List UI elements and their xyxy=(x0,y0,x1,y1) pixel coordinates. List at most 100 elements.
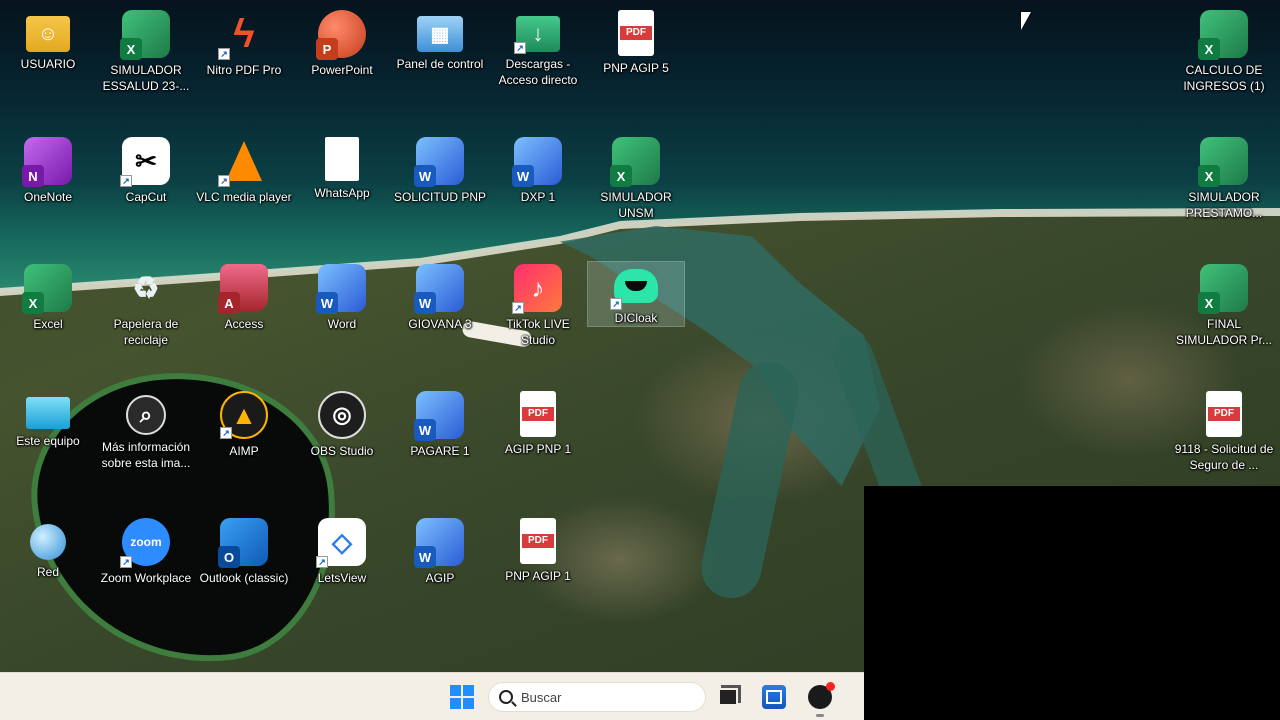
app-with-notification-icon[interactable] xyxy=(808,682,835,709)
desktop-icon-giovana-3[interactable]: W GIOVANA 3 xyxy=(392,258,488,368)
desktop-icon-panel-de-control[interactable]: ▦ Panel de control xyxy=(392,4,488,114)
desktop-icon-label: AIMP xyxy=(229,444,259,458)
running-indicator xyxy=(816,714,824,717)
desktop-icon-label: VLC media player xyxy=(196,190,292,204)
info-icon: ⌕ xyxy=(126,395,166,435)
start-icon[interactable] xyxy=(448,683,476,711)
desktop-icon-descargas[interactable]: ↓ ↗ Descargas - Acceso directo xyxy=(490,4,586,114)
desktop-icon-dicloak[interactable]: ↗ DICloak xyxy=(587,261,685,327)
desktop-icon-label: AGIP xyxy=(425,571,455,585)
access-icon: A xyxy=(218,264,268,314)
search-icon xyxy=(499,690,513,704)
desktop-icon-label: Zoom Workplace xyxy=(100,571,192,585)
word-file-icon: W xyxy=(512,137,562,187)
desktop-icon-label: 9118 - Solicitud de Seguro de ... xyxy=(1174,442,1274,472)
desktop-icon-zoom[interactable]: zoom ↗ Zoom Workplace xyxy=(98,512,194,622)
desktop-icon-label: DICloak xyxy=(614,311,658,325)
desktop-icon-label: Este equipo xyxy=(16,434,80,448)
search-input[interactable]: Buscar xyxy=(488,682,706,712)
desktop-icon-pnp-agip-1[interactable]: PDF PNP AGIP 1 xyxy=(490,512,586,622)
desktop-icon-label: USUARIO xyxy=(20,57,76,71)
obs-icon: ◎ xyxy=(318,391,366,439)
desktop-icon-usuario[interactable]: ☺ USUARIO xyxy=(0,4,96,114)
word-file-icon: W xyxy=(414,264,464,314)
desktop-icon-label: PAGARE 1 xyxy=(410,444,470,458)
desktop-icon-mas-informacion[interactable]: ⌕ Más información sobre esta ima... xyxy=(98,385,194,495)
desktop-icon-label: Descargas - Acceso directo xyxy=(498,57,578,87)
tiktok-icon: ♪ ↗ xyxy=(512,264,562,314)
desktop-icon-label: PNP AGIP 1 xyxy=(505,569,571,583)
desktop-icon-agip[interactable]: W AGIP xyxy=(392,512,488,622)
desktop-icon-label: Más información sobre esta ima... xyxy=(101,440,191,470)
microsoft-store-icon[interactable] xyxy=(762,685,786,709)
onenote-icon: N xyxy=(22,137,72,187)
desktop-icon-access[interactable]: A Access xyxy=(196,258,292,368)
pdf-file-icon: PDF xyxy=(520,391,556,437)
desktop-icon-label: Word xyxy=(327,317,357,331)
desktop-icon-word[interactable]: W Word xyxy=(294,258,390,368)
desktop-icon-pnp-agip-5[interactable]: PDF PNP AGIP 5 xyxy=(588,4,684,114)
desktop-icon-simulador-essalud[interactable]: X SIMULADOR ESSALUD 23-... xyxy=(98,4,194,114)
desktop-icon-label: OneNote xyxy=(23,190,73,204)
desktop-icon-dxp-1[interactable]: W DXP 1 xyxy=(490,131,586,241)
desktop-icon-papelera[interactable]: ♻ Papelera de reciclaje xyxy=(98,258,194,368)
excel-file-icon: X xyxy=(610,137,660,187)
desktop-icon-pagare-1[interactable]: W PAGARE 1 xyxy=(392,385,488,495)
desktop-icon-label: AGIP PNP 1 xyxy=(504,442,572,456)
desktop-icon-label: GIOVANA 3 xyxy=(408,317,472,331)
desktop-icon-nitro-pdf[interactable]: ϟ ↗ Nitro PDF Pro xyxy=(196,4,292,114)
word-file-icon: W xyxy=(414,518,464,568)
excel-file-icon: X xyxy=(1198,264,1248,314)
pdf-file-icon: PDF xyxy=(618,10,654,56)
aimp-icon: ▲ ↗ xyxy=(220,391,268,439)
desktop-icon-simulador-prestamo[interactable]: X SIMULADOR PRESTAMO... xyxy=(1176,131,1272,241)
desktop-icon-letsview[interactable]: ◇ ↗ LetsView xyxy=(294,512,390,622)
desktop-icon-tiktok-live-studio[interactable]: ♪ ↗ TikTok LIVE Studio xyxy=(490,258,586,368)
excel-file-icon: X xyxy=(120,10,170,60)
desktop-icon-calculo-de-ingresos[interactable]: X CALCULO DE INGRESOS (1) xyxy=(1176,4,1272,114)
pdf-file-icon: PDF xyxy=(520,518,556,564)
desktop-icon-label: CapCut xyxy=(125,190,167,204)
desktop-icon-label: Excel xyxy=(33,317,63,331)
taskbar: Buscar xyxy=(0,672,864,720)
desktop-icon-onenote[interactable]: N OneNote xyxy=(0,131,96,241)
desktop-icon-simulador-unsm[interactable]: X SIMULADOR UNSM xyxy=(588,131,684,241)
desktop-icon-vlc[interactable]: ↗ VLC media player xyxy=(196,131,292,241)
desktop-icon-aimp[interactable]: ▲ ↗ AIMP xyxy=(196,385,292,495)
dicloak-icon: ↗ xyxy=(610,264,660,310)
desktop-icon-capcut[interactable]: ✂ ↗ CapCut xyxy=(98,131,194,241)
desktop-icon-label: Nitro PDF Pro xyxy=(206,63,282,77)
desktop-icon-label: Access xyxy=(224,317,264,331)
word-icon: W xyxy=(316,264,366,314)
excel-file-icon: X xyxy=(1198,137,1248,187)
desktop-icon-este-equipo[interactable]: Este equipo xyxy=(0,385,96,495)
desktop-icon-whatsapp[interactable]: WhatsApp xyxy=(294,131,390,241)
desktop-icon-label: WhatsApp xyxy=(314,186,370,200)
search-placeholder: Buscar xyxy=(521,689,562,705)
desktop-icon-excel[interactable]: X Excel xyxy=(0,258,96,368)
task-view-icon[interactable] xyxy=(716,685,740,709)
desktop-icon-powerpoint[interactable]: P PowerPoint xyxy=(294,4,390,114)
desktop-icon-obs-studio[interactable]: ◎ OBS Studio xyxy=(294,385,390,495)
desktop-icon-9118-solicitud[interactable]: PDF 9118 - Solicitud de Seguro de ... xyxy=(1174,385,1274,495)
desktop-icon-label: SIMULADOR UNSM xyxy=(600,190,672,220)
desktop-icon-label: DXP 1 xyxy=(520,190,556,204)
desktop-icon-label: SIMULADOR ESSALUD 23-... xyxy=(102,63,190,93)
desktop-icon-outlook[interactable]: O Outlook (classic) xyxy=(196,512,292,622)
desktop-icon-label: SIMULADOR PRESTAMO... xyxy=(1185,190,1263,220)
desktop-icon-final-simulador[interactable]: X FINAL SIMULADOR Pr... xyxy=(1176,258,1272,368)
desktop-icon-solicitud-pnp[interactable]: W SOLICITUD PNP xyxy=(392,131,488,241)
desktop-icon-label: PowerPoint xyxy=(311,63,373,77)
desktop-icon-label: Panel de control xyxy=(396,57,484,71)
pdf-file-icon: PDF xyxy=(1206,391,1242,437)
desktop-icon-agip-pnp-1[interactable]: PDF AGIP PNP 1 xyxy=(490,385,586,495)
desktop-icon-red[interactable]: Red xyxy=(0,512,96,622)
powerpoint-icon: P xyxy=(316,10,366,60)
nitro-pdf-icon: ϟ ↗ xyxy=(218,10,268,60)
desktop-icon-label: LetsView xyxy=(317,571,367,585)
this-pc-icon xyxy=(26,397,70,429)
word-file-icon: W xyxy=(414,137,464,187)
word-file-icon: W xyxy=(414,391,464,441)
desktop-icon-label: PNP AGIP 5 xyxy=(603,61,669,75)
outlook-icon: O xyxy=(218,518,268,568)
